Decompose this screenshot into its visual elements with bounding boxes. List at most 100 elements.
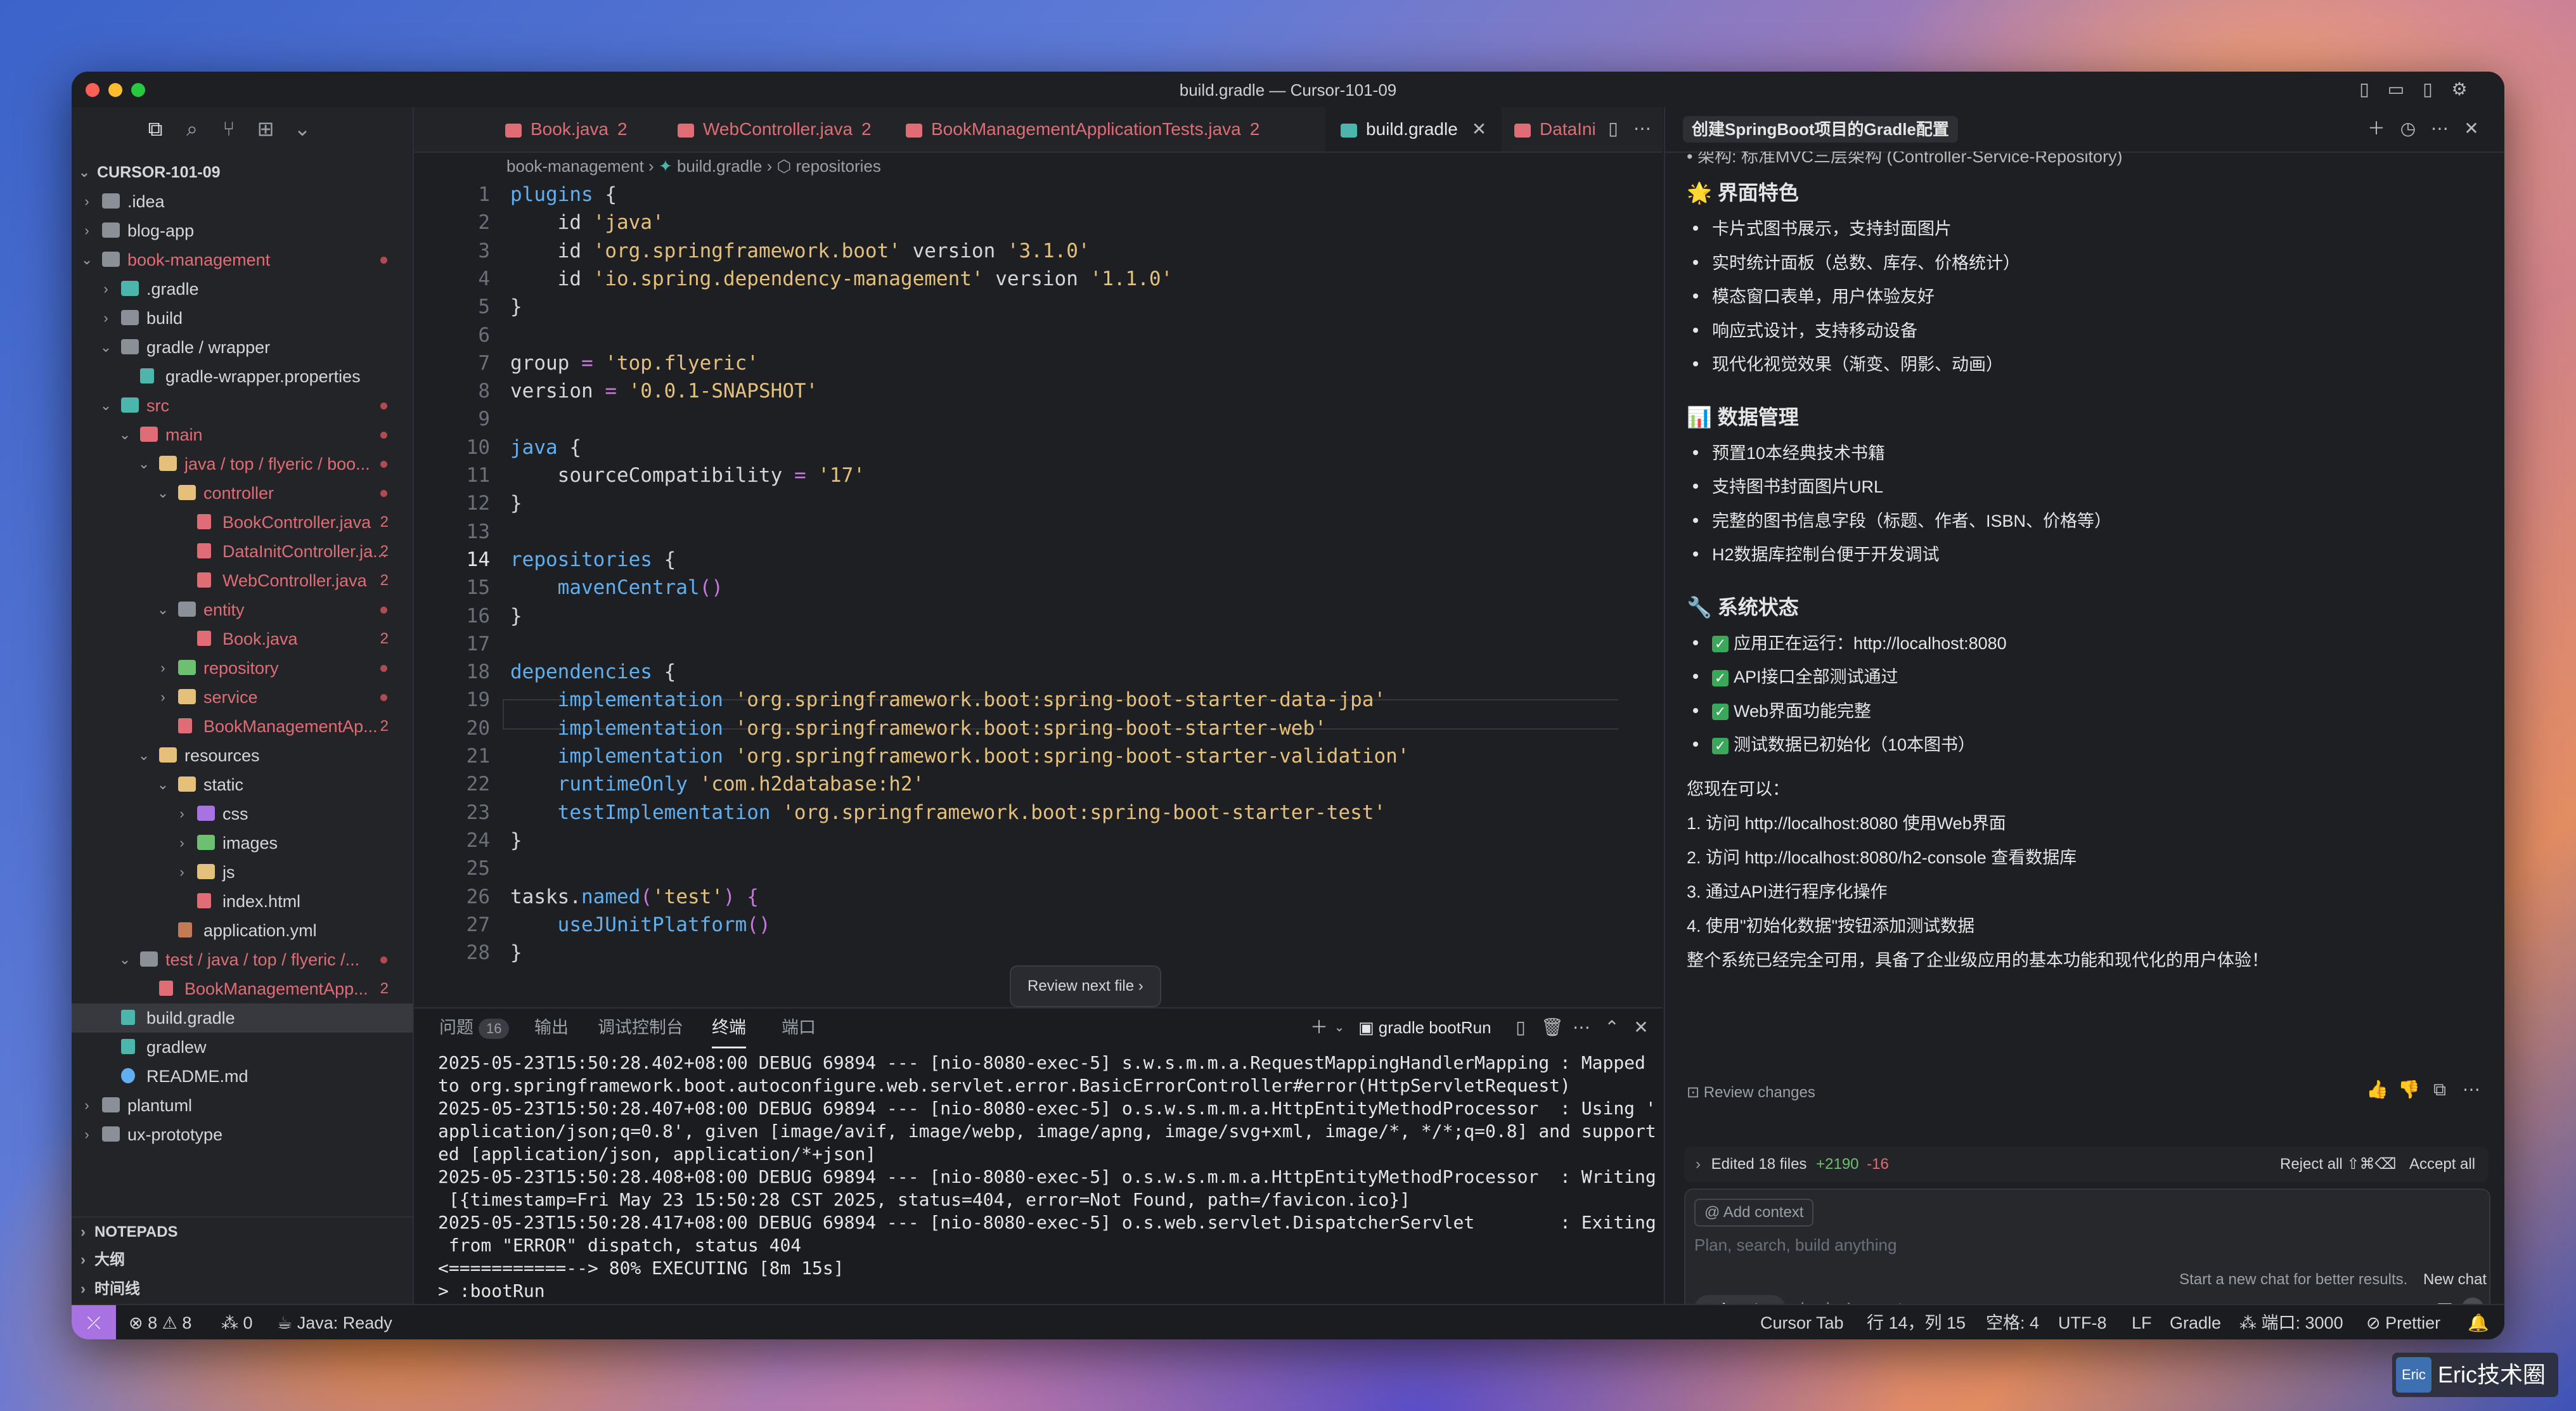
- new-chat-plus-icon[interactable]: ＋: [2366, 119, 2386, 139]
- edited-files-bar[interactable]: › Edited 18 files +2190 -16 Reject all ⇧…: [1684, 1147, 2488, 1208]
- editor-tab[interactable]: BookManagementApplicationTests.java 2: [891, 107, 1275, 151]
- copy-icon[interactable]: ⧉: [2430, 1079, 2450, 1100]
- files-icon[interactable]: ⧉: [143, 116, 168, 141]
- thumbs-up-icon[interactable]: 👍: [2366, 1079, 2388, 1100]
- tree-item[interactable]: › .idea: [72, 187, 413, 216]
- close-tab-icon[interactable]: ✕: [1472, 119, 1486, 139]
- explorer-root[interactable]: ⌄ CURSOR-101-09: [72, 158, 413, 187]
- tree-item[interactable]: › ux-prototype: [72, 1120, 413, 1149]
- editor-tab[interactable]: WebController.java 2: [662, 107, 887, 151]
- tree-item[interactable]: › js: [72, 858, 413, 887]
- cursor-tab-status[interactable]: Cursor Tab: [1760, 1305, 1844, 1339]
- split-editor-icon[interactable]: ▯: [1603, 119, 1623, 139]
- cursor-position[interactable]: 行 14，列 15: [1867, 1305, 1966, 1339]
- more-actions-icon[interactable]: ⋯: [1632, 119, 1652, 139]
- extensions-icon[interactable]: ⊞: [253, 116, 278, 141]
- encoding[interactable]: UTF-8: [2058, 1305, 2107, 1339]
- search-icon[interactable]: ⌕: [179, 116, 205, 141]
- tree-item[interactable]: › css: [72, 799, 413, 828]
- tree-item[interactable]: › service: [72, 683, 413, 712]
- prettier-status[interactable]: ⊘ Prettier: [2366, 1305, 2440, 1339]
- trash-icon[interactable]: 🗑: [1541, 1017, 1564, 1038]
- chevron-down-icon[interactable]: ⌄: [1329, 1017, 1349, 1038]
- java-status[interactable]: ☕ Java: Ready: [277, 1305, 392, 1339]
- indentation[interactable]: 空格: 4: [1986, 1305, 2039, 1339]
- tree-item[interactable]: ⌄ book-management: [72, 245, 413, 274]
- breadcrumb-symbol[interactable]: repositories: [795, 157, 880, 176]
- collapsed-panel-header[interactable]: › 大纲: [72, 1246, 413, 1275]
- collapsed-panel-header[interactable]: › NOTEPADS: [72, 1216, 413, 1247]
- new-chat-link[interactable]: New chat: [2423, 1271, 2487, 1288]
- more-actions-icon[interactable]: ⋯: [2430, 119, 2450, 139]
- editor-tab[interactable]: Book.java 2: [490, 107, 643, 151]
- tree-item[interactable]: DataInitController.ja... 2: [72, 537, 413, 566]
- toggle-sidebar-icon[interactable]: ▯: [2354, 79, 2374, 100]
- tree-item[interactable]: README.md: [72, 1062, 413, 1091]
- close-icon[interactable]: ✕: [2461, 119, 2482, 139]
- collapsed-panel-header[interactable]: › 时间线: [72, 1275, 413, 1304]
- more-actions-icon[interactable]: ⋯: [2461, 1079, 2482, 1100]
- tree-item[interactable]: ⌄ gradle / wrapper: [72, 333, 413, 362]
- panel-tab[interactable]: 端口: [782, 1008, 816, 1047]
- source-control-icon[interactable]: ⑂: [216, 116, 242, 141]
- language-mode[interactable]: Gradle: [2170, 1305, 2221, 1339]
- reject-all-button[interactable]: Reject all ⇧⌘⌫: [2280, 1147, 2396, 1182]
- code-editor[interactable]: 1 plugins {2 id 'java' 3 id 'org.springfra…: [414, 183, 1618, 963]
- line-ending[interactable]: LF: [2132, 1305, 2152, 1339]
- bell-icon[interactable]: 🔔: [2468, 1305, 2489, 1339]
- maximize-panel-icon[interactable]: ⌃: [1602, 1017, 1622, 1038]
- panel-tab[interactable]: 输出: [534, 1008, 569, 1047]
- tree-item[interactable]: BookManagementAp... 2: [72, 712, 413, 741]
- split-terminal-icon[interactable]: ▯: [1510, 1017, 1531, 1038]
- tree-item[interactable]: › repository: [72, 654, 413, 683]
- tree-item[interactable]: › blog-app: [72, 216, 413, 245]
- tree-item[interactable]: ⌄ main: [72, 420, 413, 449]
- review-next-file-button[interactable]: Review next file ›: [1010, 965, 1161, 1007]
- terminal-output[interactable]: 2025-05-23T15:50:28.402+08:00 DEBUG 6989…: [438, 1052, 1656, 1325]
- tree-item[interactable]: ⌄ static: [72, 770, 413, 799]
- terminal-selector[interactable]: ▣ gradle bootRun: [1358, 1008, 1491, 1047]
- chevron-down-icon[interactable]: ⌄: [290, 116, 315, 141]
- settings-gear-icon[interactable]: ⚙: [2449, 79, 2470, 100]
- ports-indicator[interactable]: ⁂ 0: [221, 1305, 253, 1339]
- panel-tab[interactable]: 终端: [712, 1008, 746, 1048]
- editor-tab[interactable]: DataIni: [1499, 107, 1611, 151]
- tree-item[interactable]: BookManagementApp... 2: [72, 974, 413, 1003]
- thumbs-down-icon[interactable]: 👎: [2398, 1079, 2420, 1100]
- editor-tab[interactable]: build.gradle ✕: [1325, 107, 1502, 151]
- tree-item[interactable]: › build: [72, 304, 413, 333]
- tree-item[interactable]: ⌄ test / java / top / flyeric /...: [72, 945, 413, 974]
- panel-tab[interactable]: 问题 16: [439, 1008, 510, 1047]
- remote-icon[interactable]: ⤫: [72, 1305, 116, 1339]
- tree-item[interactable]: ⌄ controller: [72, 479, 413, 508]
- tree-item[interactable]: gradle-wrapper.properties: [72, 362, 413, 391]
- tree-item[interactable]: › images: [72, 828, 413, 858]
- tree-item[interactable]: ⌄ java / top / flyeric / boo...: [72, 449, 413, 479]
- tree-item[interactable]: application.yml: [72, 916, 413, 945]
- tree-item[interactable]: ⌄ entity: [72, 595, 413, 624]
- more-actions-icon[interactable]: ⋯: [1571, 1017, 1592, 1038]
- port-indicator[interactable]: ⁂ 端口: 3000: [2239, 1305, 2343, 1339]
- breadcrumb-folder[interactable]: book-management: [506, 157, 644, 176]
- review-changes-link[interactable]: ⊡ Review changes: [1687, 1083, 1815, 1102]
- tree-item[interactable]: gradlew: [72, 1033, 413, 1062]
- tree-item[interactable]: Book.java 2: [72, 624, 413, 654]
- panel-tab[interactable]: 调试控制台: [598, 1008, 683, 1047]
- toggle-chat-icon[interactable]: ▯: [2418, 79, 2438, 100]
- chat-title[interactable]: 创建SpringBoot项目的Gradle配置: [1683, 116, 1958, 143]
- history-icon[interactable]: ◷: [2398, 119, 2418, 139]
- tree-item[interactable]: › plantuml: [72, 1091, 413, 1120]
- tree-item[interactable]: › .gradle: [72, 274, 413, 304]
- close-panel-icon[interactable]: ✕: [1631, 1017, 1651, 1038]
- tree-item[interactable]: ⌄ src: [72, 391, 413, 420]
- tree-item[interactable]: build.gradle: [72, 1003, 413, 1033]
- chat-prompt-input[interactable]: Plan, search, build anything: [1694, 1235, 1897, 1255]
- add-context-button[interactable]: @ Add context: [1694, 1199, 1814, 1227]
- breadcrumb-file[interactable]: build.gradle: [677, 157, 762, 176]
- tree-item[interactable]: ⌄ resources: [72, 741, 413, 770]
- tree-item[interactable]: index.html: [72, 887, 413, 916]
- problems-indicator[interactable]: ⊗ 8 ⚠ 8: [129, 1305, 191, 1339]
- new-terminal-icon[interactable]: ＋: [1309, 1017, 1329, 1038]
- tree-item[interactable]: WebController.java 2: [72, 566, 413, 595]
- toggle-panel-icon[interactable]: ▭: [2386, 79, 2406, 100]
